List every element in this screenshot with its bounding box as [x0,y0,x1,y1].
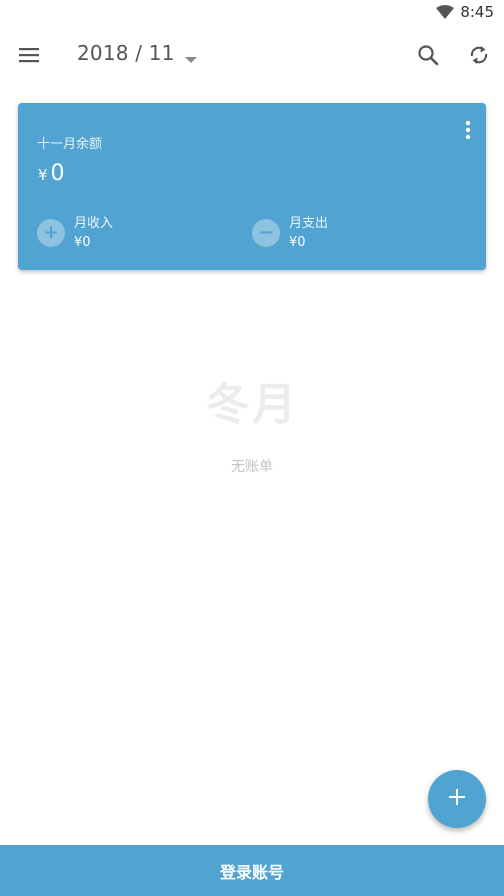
income-summary: + 月收入 ¥0 [37,215,113,253]
status-time: 8:45 [460,3,494,21]
expense-summary: − 月支出 ¥0 [252,215,328,253]
expense-label: 月支出 [289,216,329,231]
income-plus-icon: + [37,219,65,247]
balance-label: 十一月余额 [37,137,103,152]
empty-state-subtitle: 无账单 [231,459,273,475]
expense-texts: 月支出 ¥0 [289,215,328,253]
login-button[interactable]: 登录账号 [0,845,504,896]
balance-amount: 0 [50,161,65,186]
sync-icon[interactable] [466,42,492,68]
add-record-button[interactable] [428,770,486,828]
dropdown-icon [184,49,197,63]
expense-amount: ¥0 [289,235,306,250]
empty-state-title: 冬月 [206,379,298,430]
balance-currency: ¥ [38,166,48,184]
summary-card: 十一月余额 ¥ 0 + 月收入 ¥0 − 月支出 ¥0 [18,103,486,270]
income-label: 月收入 [74,216,114,231]
add-icon [447,787,467,811]
balance-value: ¥ 0 [38,161,65,186]
more-vert-icon[interactable] [464,119,472,141]
expense-minus-icon: − [252,219,280,247]
search-icon[interactable] [416,43,440,67]
month-label: 2018 / 11 [77,41,175,65]
month-selector[interactable]: 2018 / 11 [77,41,197,65]
wifi-icon [436,5,455,19]
income-amount: ¥0 [74,235,91,250]
toolbar: 2018 / 11 [0,26,504,84]
status-bar: 8:45 [0,0,504,26]
income-texts: 月收入 ¥0 [74,215,113,253]
login-label: 登录账号 [219,862,284,882]
menu-icon[interactable] [18,44,40,66]
status-right: 8:45 [436,3,494,21]
